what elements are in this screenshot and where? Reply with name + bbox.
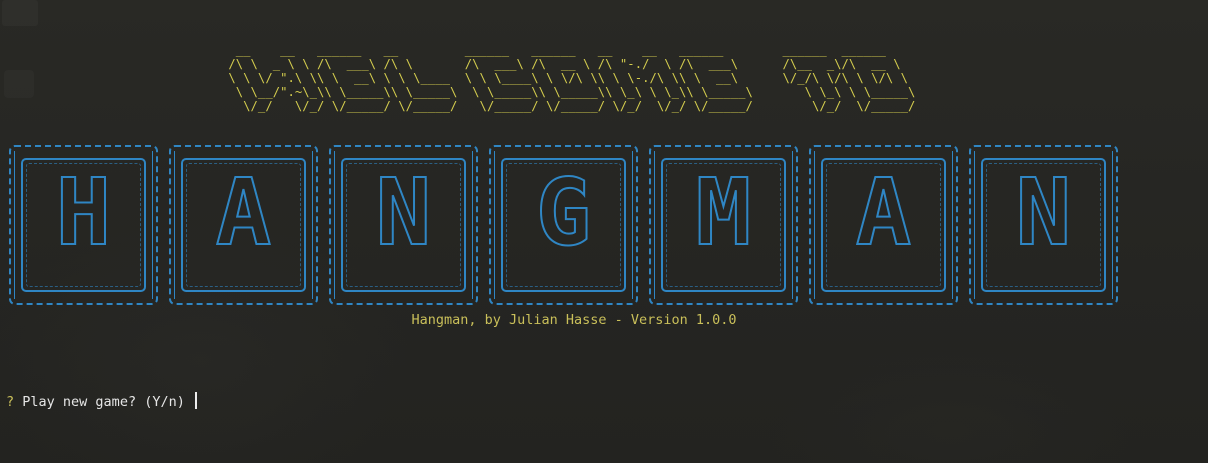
- credit-line: Hangman, by Julian Hasse - Version 1.0.0: [411, 312, 737, 328]
- tile-letter: A: [855, 159, 912, 266]
- desktop-icon: [2, 0, 38, 26]
- tile-letter: A: [215, 159, 272, 266]
- prompt-text: Play new game? (Y/n): [22, 394, 185, 410]
- tile-letter: M: [695, 159, 752, 266]
- prompt-question-mark: ?: [6, 394, 15, 410]
- tile-letter: H: [55, 159, 112, 266]
- title-tile: G: [489, 145, 638, 305]
- title-tile: M: [649, 145, 798, 305]
- title-tile: N: [969, 145, 1118, 305]
- play-prompt[interactable]: ? Play new game? (Y/n): [6, 392, 197, 410]
- desktop-icon: [4, 70, 34, 98]
- title-tile: N: [329, 145, 478, 305]
- tile-letter: N: [1015, 159, 1072, 266]
- title-tile: A: [169, 145, 318, 305]
- title-tile: H: [9, 145, 158, 305]
- title-tile: A: [809, 145, 958, 305]
- welcome-ascii-banner: __ __ ______ __ ______ ______ __ __ ____…: [228, 43, 916, 113]
- tile-letter: N: [375, 159, 432, 266]
- tile-letter: G: [535, 159, 592, 266]
- text-cursor[interactable]: [194, 392, 197, 409]
